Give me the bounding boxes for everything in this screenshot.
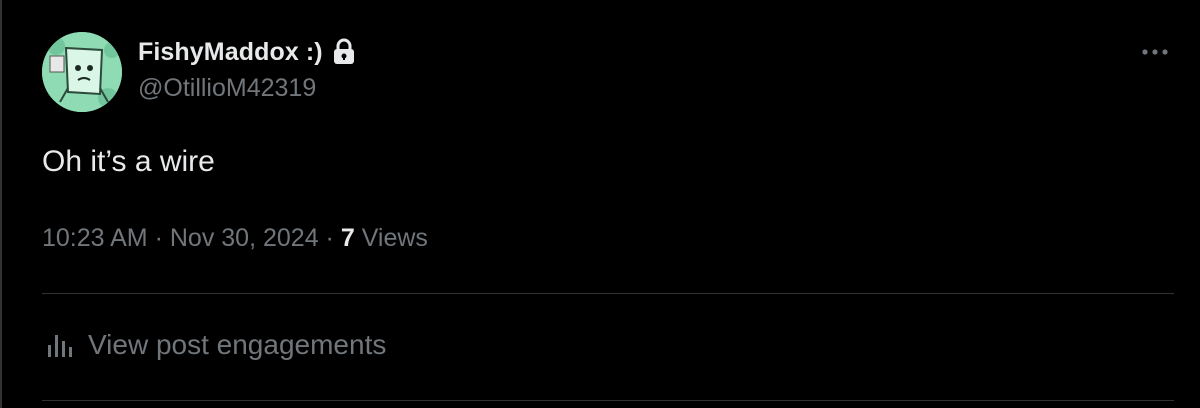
display-name[interactable]: FishyMaddox :) (138, 38, 323, 67)
display-name-row: FishyMaddox :) (138, 36, 357, 68)
left-border (0, 0, 2, 408)
avatar-image (42, 32, 122, 112)
divider (42, 293, 1174, 294)
engagements-label: View post engagements (88, 329, 387, 360)
views-label: Views (361, 224, 428, 252)
post-header: FishyMaddox :) @OtillioM42319 (42, 32, 1174, 114)
meta-separator: · (154, 224, 163, 252)
lock-icon (333, 38, 354, 64)
user-handle[interactable]: @OtillioM42319 (138, 74, 357, 103)
divider (42, 400, 1174, 401)
post-text: Oh it’s a wire (42, 145, 215, 178)
meta-separator: · (325, 224, 334, 252)
post-meta: 10:23 AM · Nov 30, 2024 · 7 Views (42, 224, 428, 253)
view-post-engagements-button[interactable]: View post engagements (46, 329, 386, 361)
post-detail: FishyMaddox :) @OtillioM42319 Oh it’s a … (42, 0, 1174, 408)
views-count: 7 (340, 224, 355, 252)
bar-chart-icon (48, 335, 72, 357)
post-date[interactable]: Nov 30, 2024 (170, 224, 319, 252)
more-icon[interactable] (1140, 42, 1170, 62)
user-names: FishyMaddox :) @OtillioM42319 (138, 36, 357, 103)
post-time[interactable]: 10:23 AM (42, 224, 148, 252)
avatar[interactable] (42, 32, 122, 112)
